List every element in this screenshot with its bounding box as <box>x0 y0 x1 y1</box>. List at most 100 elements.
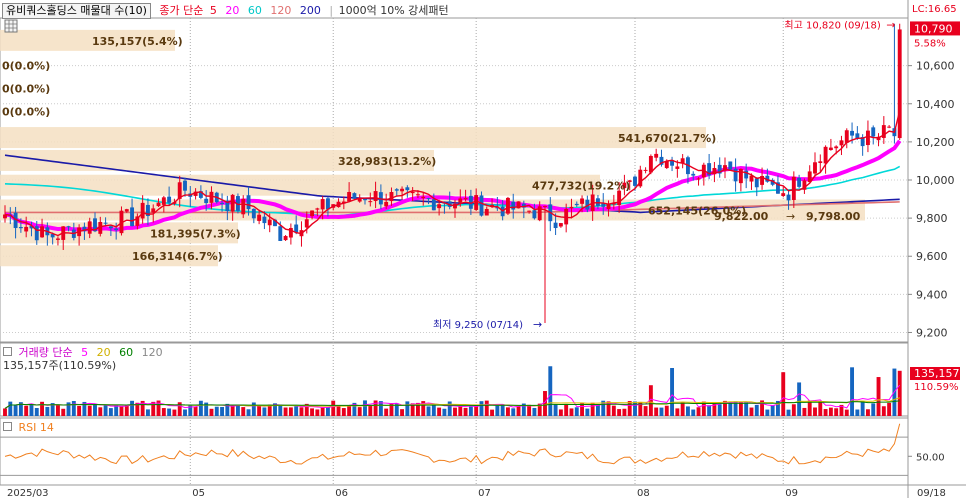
volume-bar <box>558 409 563 416</box>
volume-bar <box>283 407 288 416</box>
volume-bar <box>161 408 166 416</box>
candle-body <box>246 195 251 210</box>
volume-profile-label: 135,157(5.4%) <box>92 35 183 48</box>
volume-bar <box>855 409 860 416</box>
volume-bar <box>400 409 405 416</box>
volume-bar <box>8 401 13 416</box>
candle-body <box>124 209 129 212</box>
candle-body <box>781 193 786 196</box>
volume-bar <box>368 405 373 416</box>
stock-name-box[interactable]: 유비쿼스홀딩스 매물대 수(10) <box>2 3 151 19</box>
lc-label: LC:16.65 <box>912 4 957 15</box>
stock-chart: 2025/03 05 06 07 08 09 09/18 9,200 9,400 9,600 9,8… <box>0 0 966 498</box>
rsi-legend-icon <box>3 422 12 431</box>
candle-body <box>728 161 733 170</box>
volume-bar <box>331 400 336 416</box>
low-arrow-icon: → <box>533 318 542 331</box>
volume-bar <box>511 408 516 416</box>
x-tick-label: 07 <box>478 488 491 498</box>
volume-bar <box>468 406 473 416</box>
candle-body <box>347 192 352 202</box>
volume-bar <box>294 406 299 416</box>
candle-body <box>532 210 537 219</box>
ma-120-label: 120 <box>270 4 292 17</box>
volume-bar <box>670 368 675 416</box>
volume-bar <box>781 372 786 416</box>
candle-body <box>818 161 823 164</box>
volume-bar <box>717 404 722 416</box>
volume-bar <box>495 405 500 416</box>
volume-bar <box>77 405 82 416</box>
candle-body <box>786 194 791 201</box>
volume-bar <box>876 377 881 416</box>
volume-bar <box>580 403 585 416</box>
candle-body <box>66 226 71 228</box>
grid-toggle-icon <box>4 19 18 33</box>
candle-body <box>813 162 817 174</box>
candle-body <box>156 202 161 207</box>
candle-body <box>458 198 463 203</box>
volume-bar <box>585 408 590 416</box>
candle-body <box>241 198 246 215</box>
candle-body <box>791 176 796 200</box>
volume-bar <box>685 406 690 416</box>
volume-bar <box>500 404 505 416</box>
volume-bar <box>463 407 468 416</box>
volume-bar <box>103 405 108 416</box>
candle-body <box>103 222 108 224</box>
candle-body <box>251 208 256 219</box>
candle-body <box>828 147 833 151</box>
candle-body <box>140 202 145 219</box>
price-legend: 유비쿼스홀딩스 매물대 수(10) 종가 단순 5 20 60 120 200 … <box>2 3 454 19</box>
y-tick-label: 9,400 <box>916 288 948 301</box>
candle-body <box>209 191 214 203</box>
volume-bar <box>749 407 754 416</box>
ma-60-label: 60 <box>247 4 262 17</box>
volume-bar <box>532 407 537 416</box>
candle-body <box>108 226 113 229</box>
candle-body <box>389 192 394 202</box>
volume-bar <box>235 405 240 416</box>
candle-body <box>437 204 442 209</box>
volume-bar <box>447 401 452 416</box>
volume-bar <box>336 405 341 416</box>
volume-bar <box>844 409 849 416</box>
volume-bar <box>818 401 823 416</box>
rsi-line <box>4 423 901 465</box>
volume-bar <box>71 400 76 416</box>
candle-body <box>569 206 574 209</box>
candle-body <box>204 198 209 204</box>
volume-bar <box>124 405 129 416</box>
ma-200-label: 200 <box>299 4 321 17</box>
x-tick-label: 2025/03 <box>7 488 49 498</box>
volume-bar <box>680 402 685 416</box>
candle-body <box>648 155 653 173</box>
y-tick-label: 10,600 <box>916 60 955 73</box>
level-value-1: 9,822.00 <box>714 210 769 223</box>
ma-label: 종가 단순 <box>159 4 204 17</box>
volume-bar <box>490 409 495 416</box>
volume-bar <box>246 409 251 416</box>
candle-body <box>320 199 325 210</box>
volume-bar <box>172 409 177 416</box>
low-annotation: 최저 9,250 (07/14) <box>433 319 523 331</box>
vol-ma-60-label: 60 <box>119 346 134 359</box>
volume-bar <box>320 407 325 416</box>
volume-bar <box>595 405 600 416</box>
volume-bar <box>145 409 150 416</box>
volume-bar <box>108 408 113 416</box>
volume-bar <box>569 408 574 416</box>
volume-bar <box>93 403 97 416</box>
volume-bar <box>564 403 569 416</box>
volume-bar <box>728 401 733 416</box>
volume-bar <box>813 407 817 416</box>
volume-bar <box>119 405 124 416</box>
volume-bar <box>55 404 60 416</box>
volume-bar <box>384 408 389 416</box>
candle-body <box>421 196 426 199</box>
volume-bar <box>574 407 579 416</box>
candle-body <box>887 126 892 128</box>
vol-ma-20-label: 20 <box>96 346 111 359</box>
x-tick-label: 06 <box>335 488 348 498</box>
candle-body <box>220 203 225 205</box>
